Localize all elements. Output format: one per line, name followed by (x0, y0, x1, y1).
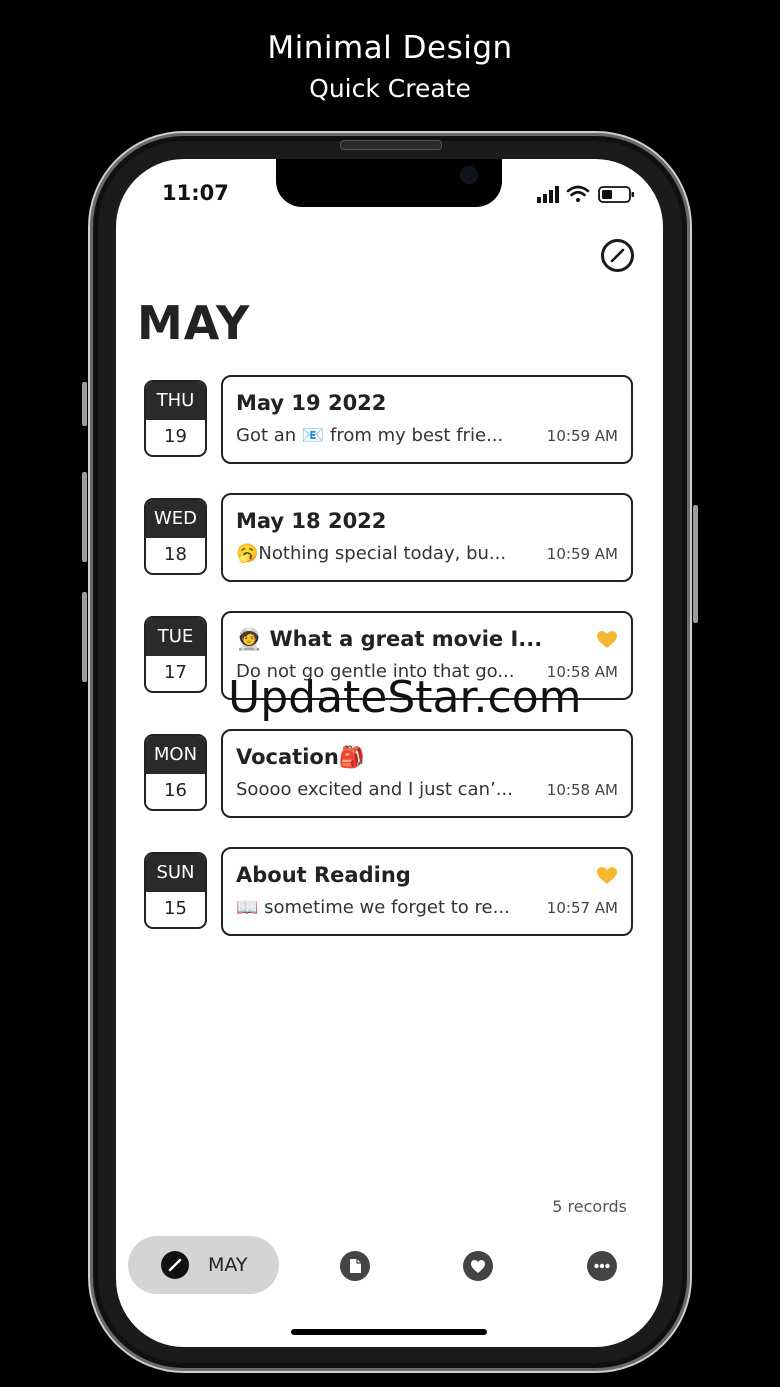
entry-row: WED 18 May 18 2022 🥱Nothing special toda… (116, 493, 663, 585)
entry-row: MON 16 Vocation🎒 Soooo excited and I jus… (116, 729, 663, 821)
date-badge: SUN 15 (144, 852, 207, 929)
home-indicator[interactable] (291, 1329, 487, 1335)
pencil-circle-icon (610, 248, 625, 263)
day-number: 15 (164, 898, 187, 919)
date-badge: WED 18 (144, 498, 207, 575)
entry-title: 🧑‍🚀 What a great movie I... (236, 627, 543, 651)
favorite-heart-icon (597, 631, 617, 648)
day-of-week: MON (146, 736, 205, 774)
entry-row: THU 19 May 19 2022 Got an 📧 from my best… (116, 375, 663, 467)
entry-card[interactable]: May 18 2022 🥱Nothing special today, bu..… (221, 493, 633, 582)
heart-icon (471, 1260, 485, 1273)
entry-time: 10:58 AM (546, 781, 618, 799)
entry-time: 10:59 AM (546, 545, 618, 563)
battery-icon (598, 186, 634, 203)
entry-title: About Reading (236, 863, 411, 887)
records-count: 5 records (552, 1197, 627, 1216)
volume-down-button (82, 592, 87, 682)
entry-time: 10:57 AM (546, 899, 618, 917)
promo-subtitle: Quick Create (309, 74, 471, 103)
tab-month-label: MAY (208, 1254, 248, 1276)
notch (276, 159, 502, 207)
tab-more[interactable] (587, 1251, 617, 1281)
day-number: 19 (164, 426, 187, 447)
date-badge: TUE 17 (144, 616, 207, 693)
tab-month[interactable]: MAY (128, 1236, 279, 1294)
status-time: 11:07 (162, 181, 229, 205)
document-icon (350, 1259, 361, 1273)
day-of-week: WED (146, 500, 205, 538)
watermark-text: UpdateStar.com (228, 672, 582, 723)
entry-row: SUN 15 About Reading 📖 sometime we forge… (116, 847, 663, 939)
entry-card[interactable]: Vocation🎒 Soooo excited and I just can’.… (221, 729, 633, 818)
day-number: 17 (164, 662, 187, 683)
promo-title: Minimal Design (267, 30, 513, 66)
status-icons (537, 185, 634, 203)
entry-title: May 18 2022 (236, 509, 387, 533)
earpiece-speaker (340, 140, 442, 150)
entry-time: 10:59 AM (546, 427, 618, 445)
tab-documents[interactable] (340, 1251, 370, 1281)
volume-up-button (82, 472, 87, 562)
entry-preview: 📖 sometime we forget to re... (236, 897, 510, 918)
entry-preview: 🥱Nothing special today, bu... (236, 543, 507, 564)
silent-switch (82, 382, 87, 426)
date-badge: THU 19 (144, 380, 207, 457)
entry-preview: Soooo excited and I just can’... (236, 779, 513, 800)
favorite-heart-icon (597, 867, 617, 884)
entry-title: May 19 2022 (236, 391, 387, 415)
day-number: 18 (164, 544, 187, 565)
power-button (693, 505, 698, 623)
entry-card[interactable]: About Reading 📖 sometime we forget to re… (221, 847, 633, 936)
date-badge: MON 16 (144, 734, 207, 811)
new-entry-button[interactable] (601, 239, 634, 272)
day-number: 16 (164, 780, 187, 801)
front-camera (462, 168, 476, 182)
entry-card[interactable]: May 19 2022 Got an 📧 from my best frie..… (221, 375, 633, 464)
signal-icon (537, 186, 559, 203)
month-title: MAY (137, 296, 251, 350)
day-of-week: TUE (146, 618, 205, 656)
tab-favorites[interactable] (463, 1251, 493, 1281)
day-of-week: SUN (146, 854, 205, 892)
more-icon (594, 1263, 610, 1269)
entry-title: Vocation🎒 (236, 745, 365, 769)
wifi-icon (566, 185, 590, 202)
phone-screen: 11:07 MAY THU 19 May 19 2022 Got an 📧 fr… (116, 159, 663, 1347)
entry-preview: Got an 📧 from my best frie... (236, 425, 504, 446)
pencil-icon (161, 1251, 189, 1279)
day-of-week: THU (146, 382, 205, 420)
